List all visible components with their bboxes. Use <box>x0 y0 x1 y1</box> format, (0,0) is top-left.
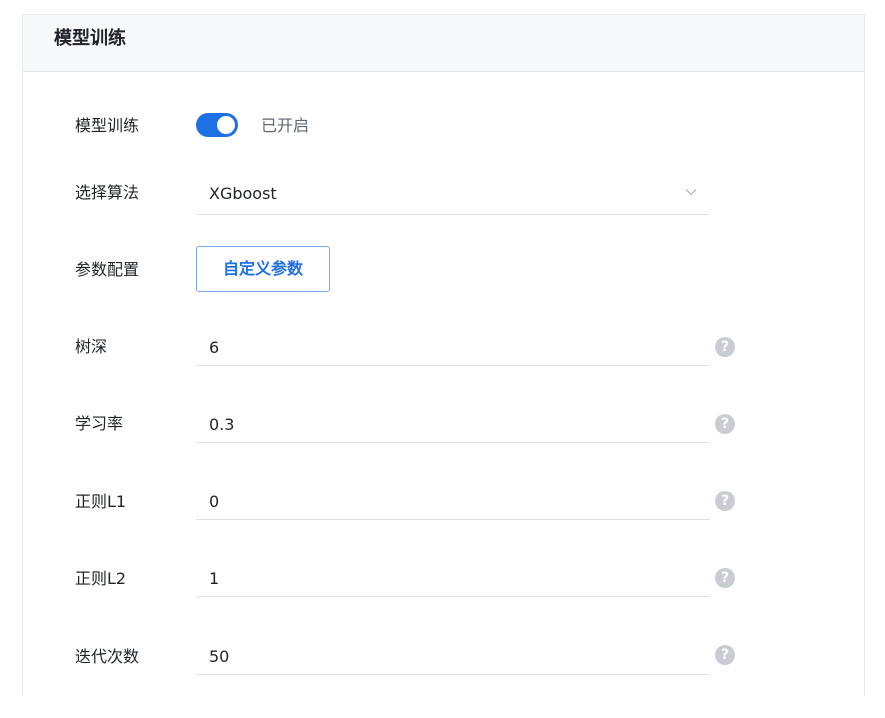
iterations-value: 50 <box>209 647 230 666</box>
training-toggle-label: 模型训练 <box>75 116 140 135</box>
tree-depth-value: 6 <box>209 338 220 357</box>
param-label-tree-depth: 树深 <box>75 337 108 356</box>
question-circle-icon[interactable]: ? <box>715 491 735 511</box>
custom-params-button[interactable]: 自定义参数 <box>196 246 330 292</box>
algorithm-label: 选择算法 <box>75 183 140 202</box>
question-circle-icon[interactable]: ? <box>715 337 735 357</box>
training-toggle[interactable] <box>196 113 238 137</box>
iterations-input[interactable]: 50 <box>196 639 710 675</box>
param-label-iterations: 迭代次数 <box>75 647 140 666</box>
panel-title: 模型训练 <box>54 28 126 49</box>
tree-depth-input[interactable]: 6 <box>196 330 710 366</box>
training-status-text: 已开启 <box>261 116 310 135</box>
l2-regularization-input[interactable]: 1 <box>196 561 710 597</box>
param-label-learning-rate: 学习率 <box>75 414 124 433</box>
panel-header: 模型训练 <box>23 15 864 72</box>
algorithm-select[interactable]: XGboost <box>196 179 710 215</box>
l2-regularization-value: 1 <box>209 569 220 588</box>
l1-regularization-input[interactable]: 0 <box>196 484 710 520</box>
learning-rate-value: 0.3 <box>209 415 235 434</box>
question-circle-icon[interactable]: ? <box>715 414 735 434</box>
param-label-l2: 正则L2 <box>75 569 127 588</box>
toggle-knob <box>217 116 235 134</box>
question-circle-icon[interactable]: ? <box>715 645 735 665</box>
params-config-label: 参数配置 <box>75 260 140 279</box>
l1-regularization-value: 0 <box>209 492 220 511</box>
chevron-down-icon <box>685 189 697 196</box>
param-label-l1: 正则L1 <box>75 492 127 511</box>
learning-rate-input[interactable]: 0.3 <box>196 407 710 443</box>
algorithm-select-value: XGboost <box>209 184 277 203</box>
question-circle-icon[interactable]: ? <box>715 568 735 588</box>
model-training-panel: 模型训练 模型训练 已开启 选择算法 XGboost 参数配置 自定义参数 树深… <box>22 14 865 696</box>
